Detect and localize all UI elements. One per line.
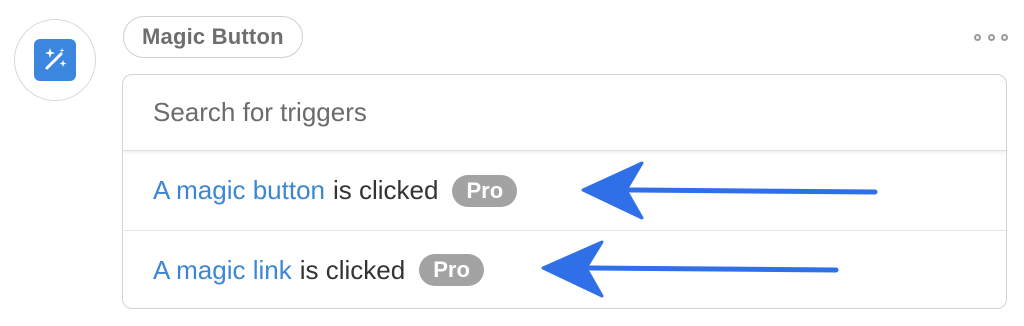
trigger-label: is clicked xyxy=(299,254,406,285)
app-title-pill[interactable]: Magic Button xyxy=(123,16,303,58)
dot-icon xyxy=(987,33,995,41)
trigger-dropdown: A magic button is clicked Pro A magic li… xyxy=(122,74,1007,309)
dot-icon xyxy=(974,33,981,41)
trigger-link[interactable]: A magic link xyxy=(153,255,292,286)
magic-wand-icon xyxy=(34,39,76,81)
app-avatar xyxy=(14,19,96,101)
trigger-link[interactable]: A magic button xyxy=(153,175,325,206)
search-input[interactable] xyxy=(153,97,1006,128)
trigger-item-magic-button[interactable]: A magic button is clicked Pro xyxy=(123,151,1006,230)
dot-icon xyxy=(1001,33,1008,41)
trigger-item-magic-link[interactable]: A magic link is clicked Pro xyxy=(123,230,1006,308)
pro-badge: Pro xyxy=(419,254,484,286)
pro-badge: Pro xyxy=(452,174,518,207)
search-row xyxy=(123,75,1006,151)
more-options-icon[interactable] xyxy=(974,30,1008,44)
trigger-label: is clicked xyxy=(333,175,439,205)
